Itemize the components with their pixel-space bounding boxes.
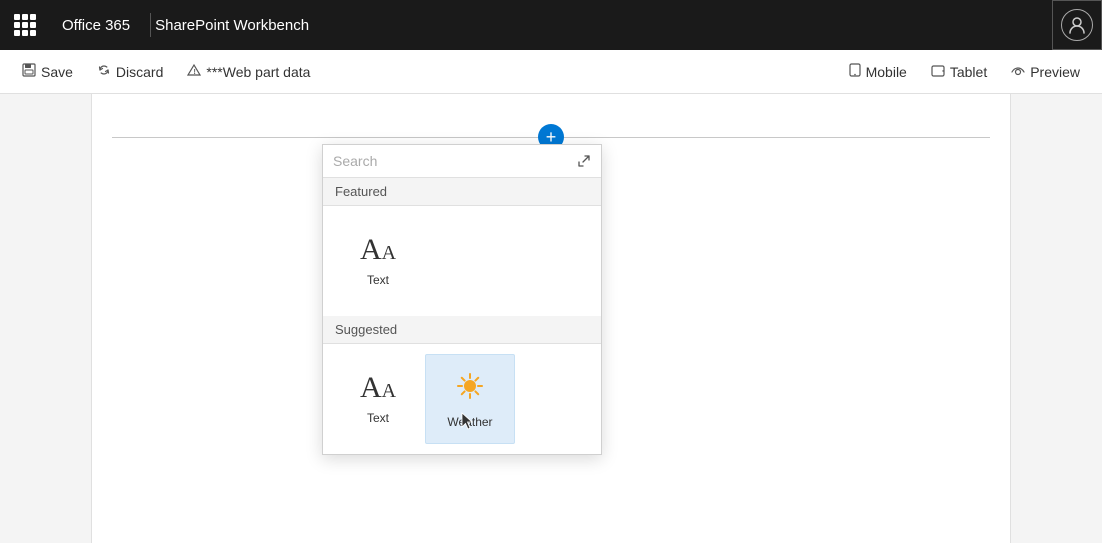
waffle-icon [14,14,36,36]
nav-divider [150,13,151,37]
text-aa-icon: AA [360,235,396,265]
mobile-label: Mobile [866,64,907,80]
weather-sun-icon [454,370,486,407]
main-toolbar: Save Discard ! ***Web part data [0,50,1102,94]
preview-label: Preview [1030,64,1080,80]
preview-icon [1011,64,1025,80]
picker-search-bar [323,145,601,178]
featured-section-label: Featured [323,178,601,206]
discard-button[interactable]: Discard [87,59,173,84]
expand-icon [577,154,591,168]
picker-expand-button[interactable] [577,154,591,168]
list-item[interactable]: AA Text [333,354,423,444]
suggested-items-list: AA Text [323,344,601,454]
warning-icon: ! [187,63,201,80]
picker-search-input[interactable] [333,153,577,169]
user-avatar[interactable] [1052,0,1102,50]
mobile-icon [849,63,861,80]
web-part-data-button[interactable]: ! ***Web part data [177,59,320,84]
weather-label: Weather [447,415,492,429]
canvas-area: + Featured AA Text [0,94,1102,543]
tablet-icon [931,64,945,80]
tablet-label: Tablet [950,64,987,80]
tablet-button[interactable]: Tablet [921,60,997,84]
webpart-picker: Featured AA Text Suggested AA Text [322,144,602,455]
text-aa-icon-suggested: AA [360,373,396,403]
discard-label: Discard [116,64,163,80]
canvas-content: + Featured AA Text [91,94,1011,543]
preview-button[interactable]: Preview [1001,60,1090,84]
toolbar-right-group: Mobile Tablet Preview [839,59,1090,84]
save-button[interactable]: Save [12,59,83,84]
list-item[interactable]: Weather [425,354,515,444]
mobile-button[interactable]: Mobile [839,59,917,84]
workbench-title: SharePoint Workbench [155,17,309,34]
svg-text:!: ! [194,69,196,76]
save-label: Save [41,64,73,80]
suggested-section-label: Suggested [323,316,601,344]
list-item[interactable]: AA Text [333,216,423,306]
discard-icon [97,63,111,80]
avatar-icon [1061,9,1093,41]
office365-label: Office 365 [50,17,146,34]
save-icon [22,63,36,80]
waffle-menu[interactable] [0,0,50,50]
featured-items-list: AA Text [323,206,601,316]
text-featured-label: Text [367,273,389,287]
text-suggested-label: Text [367,411,389,425]
top-navigation: Office 365 SharePoint Workbench [0,0,1102,50]
web-part-data-label: ***Web part data [206,64,310,80]
